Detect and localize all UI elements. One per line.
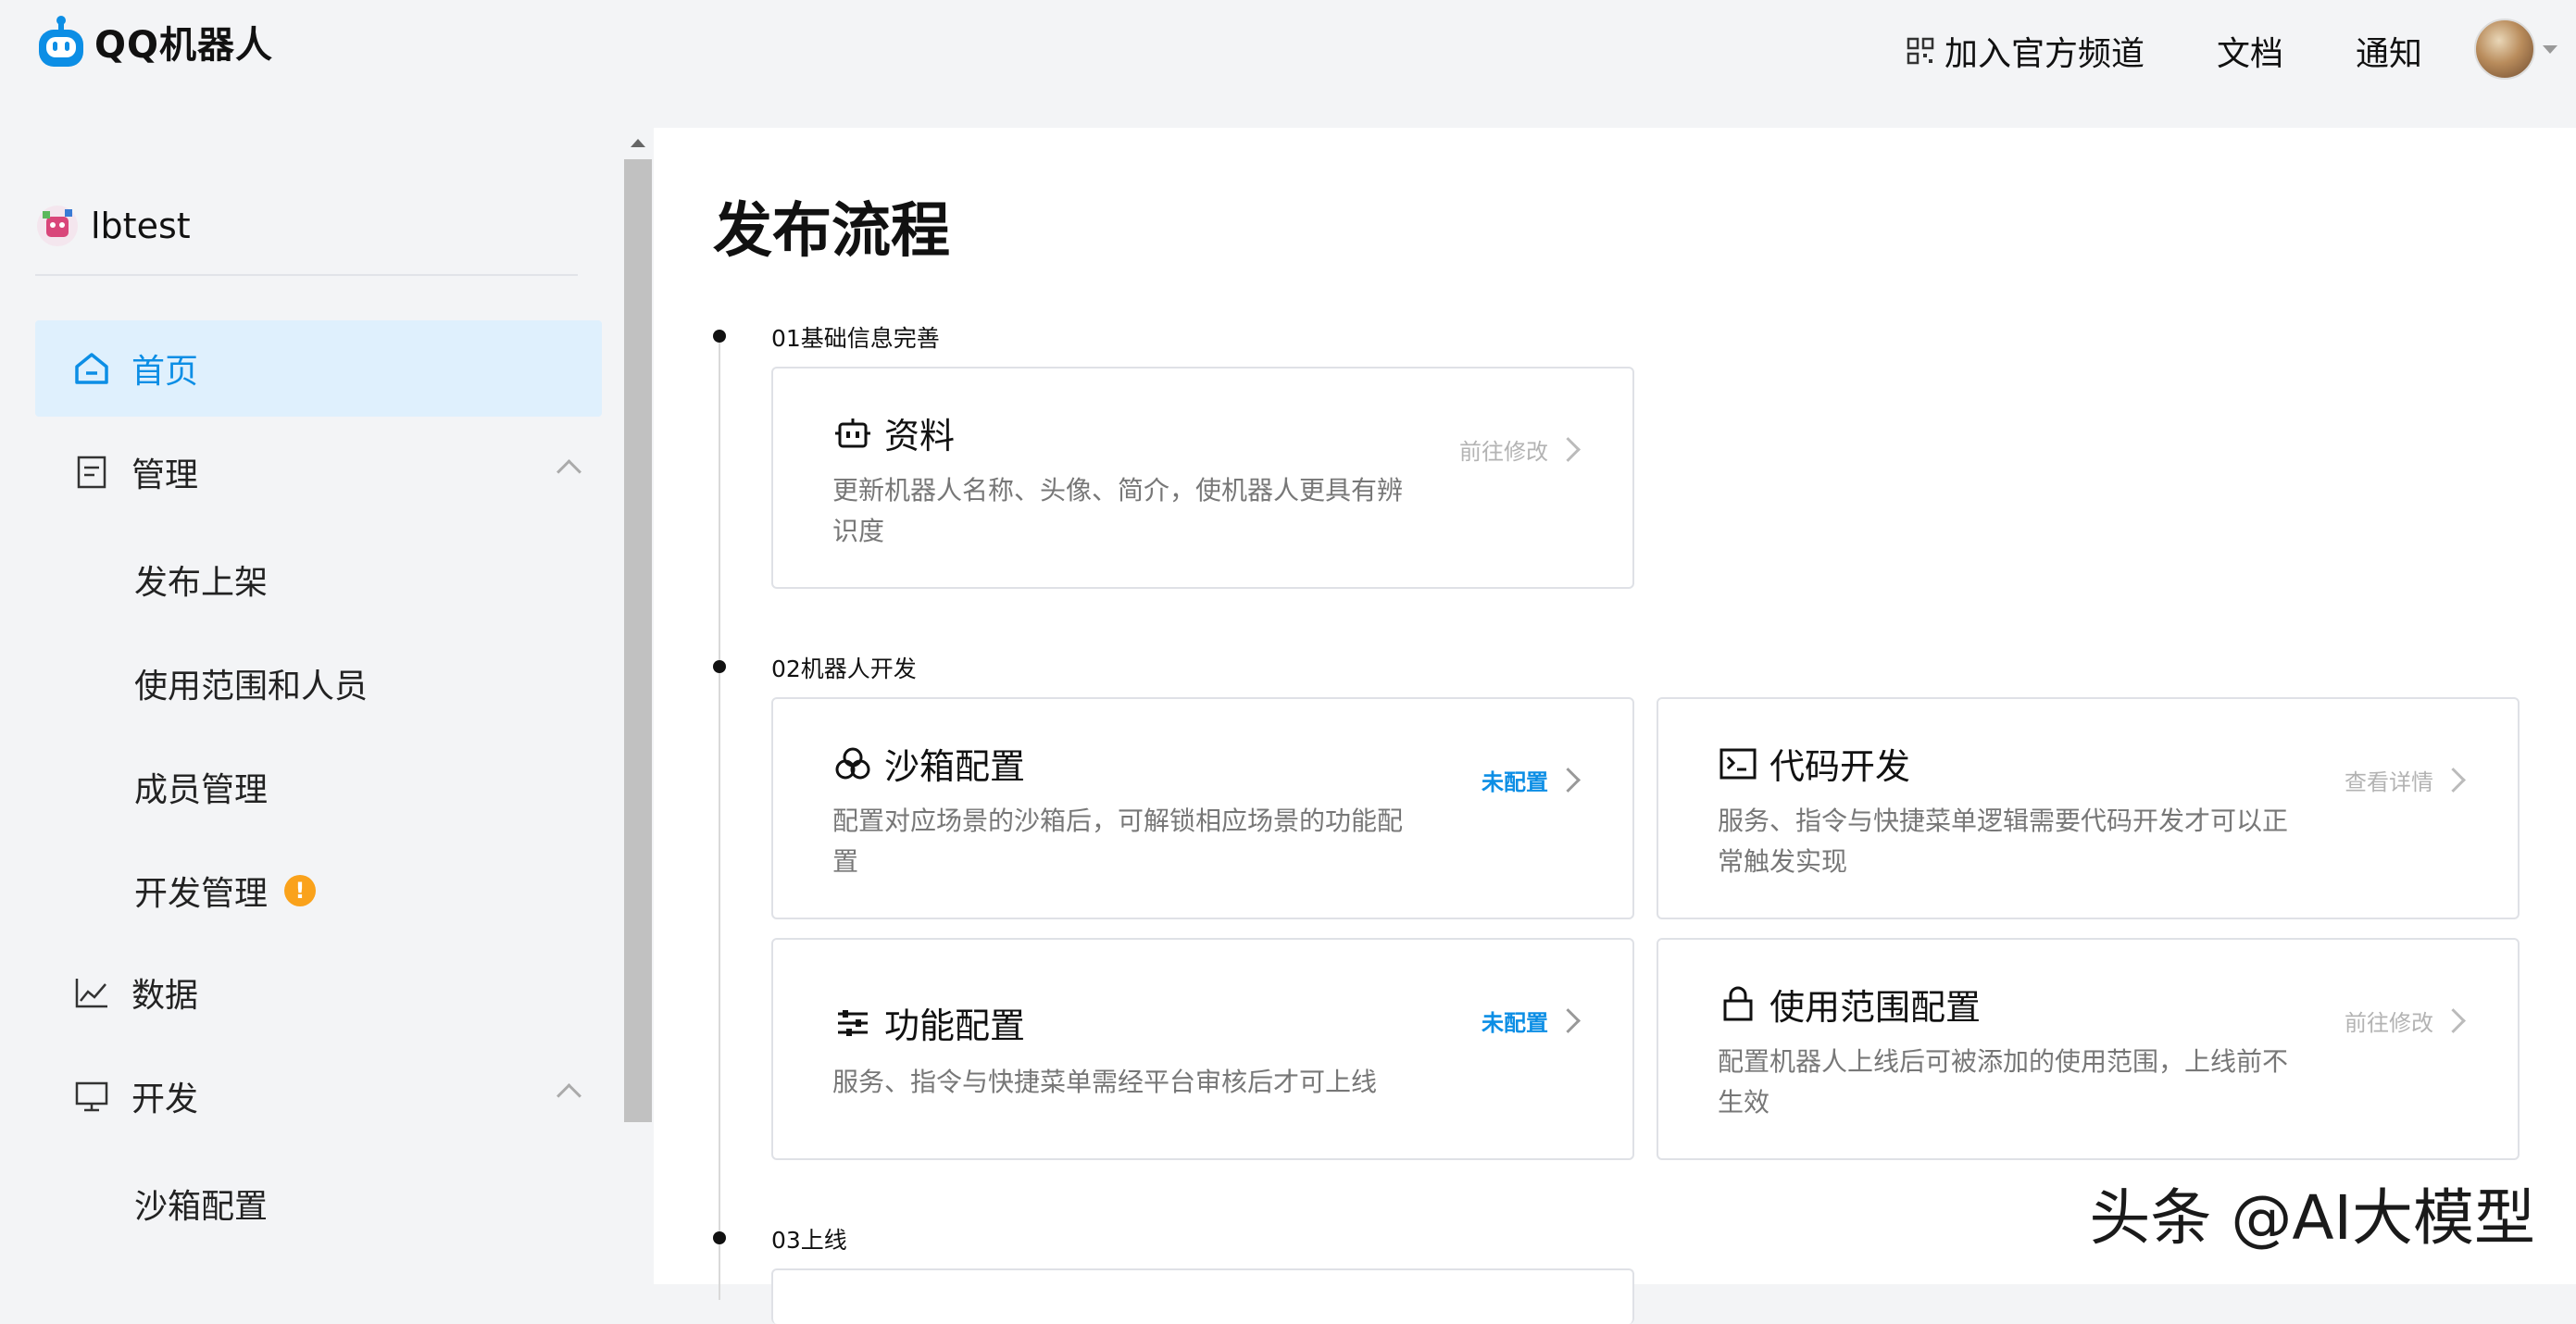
- card-code-dev[interactable]: 代码开发 服务、指令与快捷菜单逻辑需要代码开发才可以正常触发实现 查看详情: [1657, 697, 2520, 919]
- home-icon: [75, 353, 108, 384]
- card-title: 使用范围配置: [1769, 987, 1982, 1028]
- card-action-link[interactable]: 查看详情: [2345, 764, 2466, 796]
- sidebar-divider: [35, 274, 578, 276]
- page-title: 发布流程: [713, 197, 950, 266]
- sidebar-sub-sandbox-label: 沙箱配置: [134, 1188, 269, 1226]
- card-description: 配置机器人上线后可被添加的使用范围，上线前不生效: [1718, 1046, 2289, 1118]
- card-action-label: 未配置: [1482, 769, 1548, 795]
- scroll-thumb[interactable]: [624, 159, 652, 1122]
- chevron-right-icon: [1556, 437, 1581, 462]
- sidebar-sub-dev-manage-label: 开发管理: [134, 875, 269, 913]
- sidebar-sub-scope[interactable]: 使用范围和人员: [134, 659, 368, 707]
- sandbox-icon: [835, 747, 870, 779]
- card-action-label: 前往修改: [1459, 439, 1548, 465]
- document-icon: [77, 456, 106, 489]
- card-action-label: 未配置: [1482, 1010, 1548, 1036]
- card-action-link[interactable]: 未配置: [1482, 764, 1581, 796]
- bot-switcher[interactable]: lbtest: [35, 204, 191, 248]
- sidebar-item-data-label: 数据: [131, 977, 199, 1015]
- chevron-up-icon: [556, 459, 581, 484]
- timeline-dot: [713, 1231, 726, 1244]
- card-feature-config[interactable]: 功能配置 服务、指令与快捷菜单需经平台审核后才可上线 未配置: [771, 938, 1634, 1160]
- timeline-line: [719, 337, 720, 1300]
- warning-badge: !: [284, 875, 317, 906]
- scroll-up-arrow-icon[interactable]: [631, 139, 645, 147]
- timeline-dot: [713, 330, 726, 343]
- card-title: 资料: [884, 416, 956, 456]
- sidebar-sub-members-label: 成员管理: [134, 771, 269, 809]
- card-description: 更新机器人名称、头像、简介，使机器人更具有辨识度: [832, 475, 1404, 546]
- watermark: 头条 @AI大模型: [2089, 1182, 2535, 1254]
- qq-robot-logo-icon: [39, 16, 83, 67]
- card-description: 服务、指令与快捷菜单需经平台审核后才可上线: [832, 1067, 1378, 1097]
- sidebar-scrollbar[interactable]: [622, 130, 654, 1284]
- logo-text: QQ机器人: [94, 24, 274, 67]
- sliders-icon: [838, 1009, 868, 1036]
- card-title: 功能配置: [884, 1005, 1026, 1046]
- card-action-link[interactable]: 前往修改: [1459, 433, 1581, 466]
- robot-icon: [835, 418, 870, 447]
- sidebar-item-dev-label: 开发: [131, 1080, 199, 1118]
- card-action-label: 查看详情: [2345, 769, 2433, 795]
- chevron-right-icon: [2441, 768, 2466, 793]
- nav-docs-label: 文档: [2216, 35, 2283, 73]
- timeline-dot: [713, 660, 726, 673]
- card-description: 服务、指令与快捷菜单逻辑需要代码开发才可以正常触发实现: [1718, 806, 2289, 877]
- step-label: 02机器人开发: [771, 656, 917, 682]
- sidebar-sub-dev-manage[interactable]: 开发管理 !: [134, 867, 317, 915]
- card-launch[interactable]: [771, 1268, 1634, 1324]
- sidebar-item-manage[interactable]: 管理: [35, 424, 602, 520]
- bot-name: lbtest: [91, 206, 191, 246]
- caret-down-icon: [2543, 44, 2557, 54]
- sidebar-sub-publish[interactable]: 发布上架: [134, 556, 268, 604]
- nav-notifications-label: 通知: [2355, 35, 2422, 73]
- sidebar-sub-sandbox[interactable]: 沙箱配置: [134, 1180, 268, 1228]
- top-nav: 加入官方频道 文档 通知: [1906, 0, 2422, 102]
- card-action-link[interactable]: 未配置: [1482, 1005, 1581, 1037]
- card-action-link[interactable]: 前往修改: [2345, 1005, 2466, 1037]
- card-title: 代码开发: [1769, 746, 1911, 787]
- nav-notifications[interactable]: 通知: [2356, 27, 2422, 75]
- sidebar-item-data[interactable]: 数据: [35, 944, 602, 1041]
- sidebar-sub-publish-label: 发布上架: [134, 564, 269, 602]
- top-bar: QQ机器人 加入官方频道 文档 通知: [0, 0, 2576, 102]
- chevron-right-icon: [2441, 1008, 2466, 1033]
- sidebar-sub-members[interactable]: 成员管理: [134, 763, 268, 811]
- card-action-label: 前往修改: [2345, 1010, 2433, 1036]
- sidebar-item-manage-label: 管理: [131, 456, 199, 494]
- nav-join-channel-label: 加入官方频道: [1944, 35, 2145, 73]
- card-sandbox[interactable]: 沙箱配置 配置对应场景的沙箱后，可解锁相应场景的功能配置 未配置: [771, 697, 1634, 919]
- line-chart-icon: [75, 979, 107, 1008]
- card-profile[interactable]: 资料 更新机器人名称、头像、简介，使机器人更具有辨识度 前往修改: [771, 367, 1634, 589]
- sidebar-sub-scope-label: 使用范围和人员: [134, 668, 369, 706]
- monitor-icon: [75, 1081, 108, 1112]
- bot-avatar-icon: [37, 206, 78, 246]
- sidebar-item-home[interactable]: 首页: [35, 320, 602, 417]
- step-label: 01基础信息完善: [771, 325, 940, 352]
- step-label: 03上线: [771, 1227, 847, 1254]
- logo[interactable]: QQ机器人: [35, 13, 273, 70]
- card-scope-config[interactable]: 使用范围配置 配置机器人上线后可被添加的使用范围，上线前不生效 前往修改: [1657, 938, 2520, 1160]
- card-title: 沙箱配置: [884, 746, 1026, 787]
- user-menu[interactable]: [2474, 19, 2557, 80]
- chevron-right-icon: [1556, 768, 1581, 793]
- qrcode-icon: [1907, 37, 1934, 65]
- lock-icon: [1723, 986, 1753, 1020]
- nav-docs[interactable]: 文档: [2217, 27, 2283, 75]
- main-content: 发布流程 01基础信息完善 资料 更新机器人名称、头像、简介，使机器人更具有辨识…: [654, 128, 2576, 1324]
- avatar[interactable]: [2474, 19, 2535, 80]
- sidebar-item-dev[interactable]: 开发: [35, 1048, 602, 1144]
- terminal-icon: [1719, 748, 1757, 779]
- sidebar-item-home-label: 首页: [131, 353, 199, 391]
- sidebar: lbtest 首页 管理 发布上架 使用范围和人员 成员管理 开发管理 ! 数据…: [0, 130, 622, 1284]
- nav-join-channel[interactable]: 加入官方频道: [1906, 27, 2145, 75]
- card-description: 配置对应场景的沙箱后，可解锁相应场景的功能配置: [832, 806, 1404, 877]
- chevron-right-icon: [1556, 1008, 1581, 1033]
- chevron-up-icon: [556, 1083, 581, 1108]
